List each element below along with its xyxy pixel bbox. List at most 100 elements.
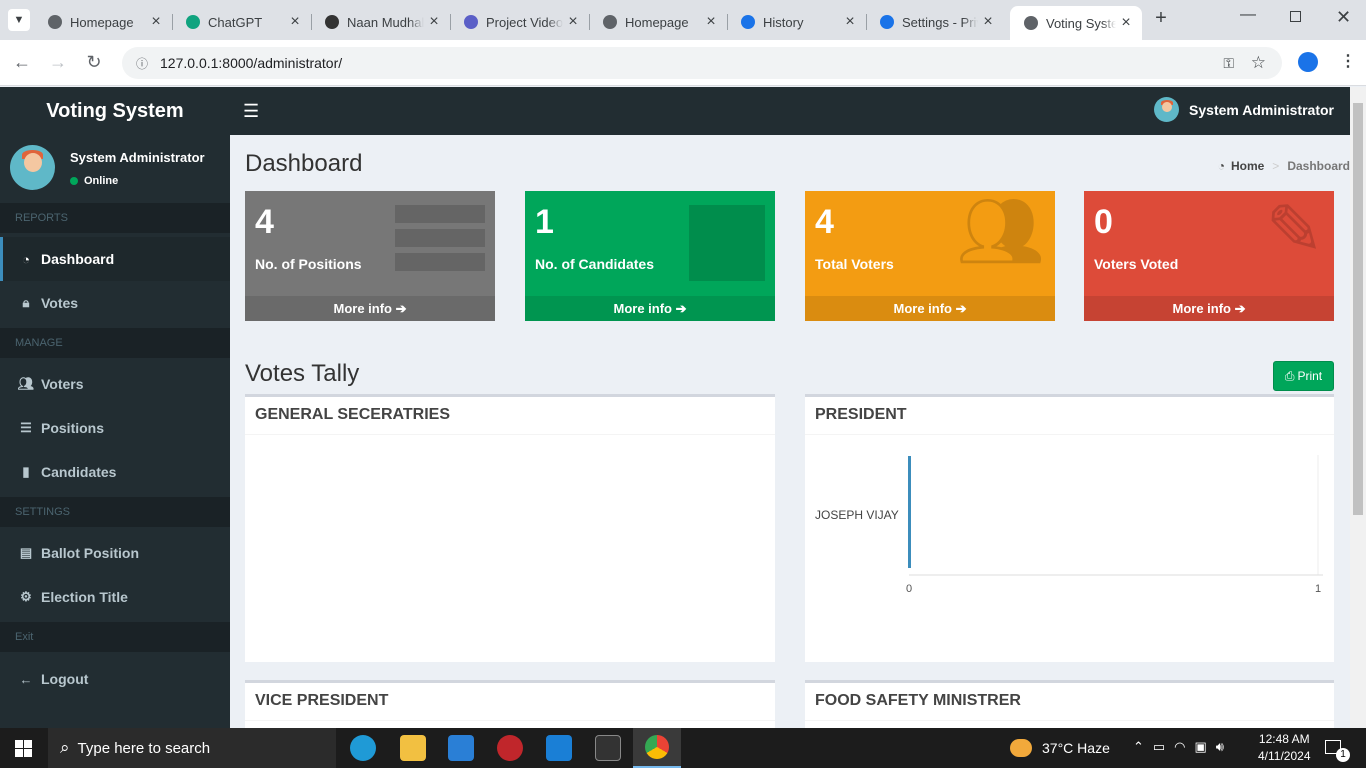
browser-tab[interactable]: ChatGPT × [172, 8, 311, 36]
forward-icon[interactable]: → [46, 52, 70, 73]
section-settings: SETTINGS [0, 497, 230, 527]
clock-date: 4/11/2024 [1258, 749, 1311, 763]
sidebar-item-label: Positions [41, 420, 105, 436]
project-video-icon [464, 15, 478, 29]
sidebar-item-logout[interactable]: ← Logout [0, 657, 230, 701]
avatar [1154, 97, 1180, 122]
votes-tally-title: Votes Tally [245, 360, 360, 387]
chrome-menu-icon[interactable]: ⋮ [1340, 51, 1356, 71]
sidebar-toggle-icon[interactable]: ☰ [243, 101, 259, 122]
weather-text: 37°C Haze [1042, 740, 1110, 756]
header-user-name: System Administrator [1189, 101, 1334, 118]
sidebar-item-voters[interactable]: 👥︎ Voters [0, 362, 230, 406]
weather-widget[interactable]: 37°C Haze [1010, 728, 1110, 768]
sidebar-user-name: System Administrator [70, 150, 205, 165]
stat-label: No. of Positions [255, 256, 362, 272]
more-info-link[interactable]: More info ➔ [805, 296, 1055, 321]
close-tab-icon[interactable]: × [978, 13, 998, 31]
naan-mudhalvan-icon [325, 15, 339, 29]
sidebar-item-label: Ballot Position [41, 545, 139, 561]
profile-icon[interactable] [1298, 52, 1318, 72]
browser-tab[interactable]: Homepage × [34, 8, 172, 36]
reload-icon[interactable]: ↻ [82, 52, 106, 73]
print-button[interactable]: ⎙ Print [1273, 361, 1334, 391]
user-menu[interactable]: System Administrator [1154, 97, 1334, 122]
close-tab-icon[interactable]: × [1116, 14, 1136, 32]
online-dot-icon [70, 177, 78, 185]
breadcrumb-home[interactable]: Home [1231, 159, 1264, 173]
browser-tab[interactable]: Voting System× [1010, 6, 1142, 40]
more-info-link[interactable]: More info ➔ [1084, 296, 1334, 321]
browser-tab[interactable]: Project Video × [450, 8, 589, 36]
tab-title: Voting System [1046, 15, 1116, 31]
sidebar-item-dashboard[interactable]: ◔ Dashboard [0, 237, 230, 281]
more-info-link[interactable]: More info ➔ [245, 296, 495, 321]
print-label: Print [1297, 369, 1323, 383]
sidebar-item-label: Voters [41, 376, 84, 392]
close-tab-icon[interactable]: × [424, 13, 444, 31]
scrollbar-thumb[interactable] [1353, 103, 1363, 515]
app-icon[interactable] [497, 735, 523, 761]
tab-title: Project Video [486, 14, 563, 30]
sidebar-item-votes[interactable]: 🔒︎ Votes [0, 281, 230, 325]
app-logo[interactable]: Voting System [0, 87, 230, 135]
tab-title: Settings - Privacy [902, 14, 978, 30]
globe-icon [48, 15, 62, 29]
users-icon: 👥︎ [956, 192, 1045, 270]
stat-value: 0 [1094, 203, 1113, 241]
search-placeholder: Type here to search [77, 739, 211, 757]
tab-title: Naan Mudhalvan [347, 14, 424, 30]
browser-tab[interactable]: Settings - Privacy× [866, 8, 1004, 36]
cog-icon: ⚙ [20, 589, 32, 604]
sidebar-item-election-title[interactable]: ⚙ Election Title [0, 575, 230, 619]
chrome-taskbar-button[interactable] [633, 728, 681, 768]
minimize-button[interactable]: — [1240, 6, 1256, 24]
address-bar[interactable]: ⓘ 127.0.0.1:8000/administrator/ ⚿ ☆ [122, 47, 1282, 79]
mail-icon[interactable] [546, 735, 572, 761]
password-key-icon[interactable]: ⚿ [1223, 55, 1234, 72]
taskbar-search-box[interactable]: ⌕ Type here to search [48, 728, 336, 768]
bookmark-star-icon[interactable]: ☆ [1251, 53, 1266, 73]
store-icon[interactable] [448, 735, 474, 761]
sidebar-item-positions[interactable]: ☰ Positions [0, 406, 230, 450]
users-icon: 👥︎ [17, 376, 35, 391]
windows-start-icon[interactable] [15, 740, 32, 757]
sidebar-item-candidates[interactable]: ▮ Candidates [0, 450, 230, 494]
browser-tab[interactable]: History × [727, 8, 866, 36]
edit-icon: ✎ [1265, 191, 1324, 269]
sidebar: System Administrator Online REPORTS ◔ Das… [0, 135, 230, 728]
sidebar-item-label: Candidates [41, 464, 117, 480]
file-explorer-icon[interactable] [400, 735, 426, 761]
tab-search-button[interactable]: ▼ [8, 9, 30, 31]
sidebar-item-label: Dashboard [41, 251, 115, 267]
print-icon: ⎙ [1284, 368, 1295, 383]
panel-title: VICE PRESIDENT [245, 683, 775, 721]
back-icon[interactable]: ← [10, 52, 34, 73]
close-tab-icon[interactable]: × [146, 13, 166, 31]
new-tab-button[interactable]: + [1150, 7, 1172, 30]
close-tab-icon[interactable]: × [285, 13, 305, 31]
tray-icons[interactable]: ⌃▭◠▣🔊︎ [1133, 739, 1233, 755]
close-tab-icon[interactable]: × [840, 13, 860, 31]
tab-title: Homepage [625, 14, 689, 30]
page-scrollbar[interactable] [1350, 87, 1366, 728]
sidebar-item-ballot-position[interactable]: ▤ Ballot Position [0, 531, 230, 575]
tab-title: ChatGPT [208, 14, 263, 30]
browser-tab[interactable]: Naan Mudhalvan× [311, 8, 450, 36]
terminal-icon[interactable] [595, 735, 621, 761]
url-text: 127.0.0.1:8000/administrator/ [160, 55, 343, 71]
restore-button[interactable] [1290, 11, 1301, 22]
close-tab-icon[interactable]: × [563, 13, 583, 31]
online-status: Online [70, 175, 118, 187]
clock[interactable]: 12:48 AM 4/11/2024 [1258, 731, 1311, 765]
site-info-icon[interactable]: ⓘ [136, 55, 148, 72]
browser-tab[interactable]: Homepage × [589, 8, 727, 36]
close-tab-icon[interactable]: × [701, 13, 721, 31]
close-window-button[interactable]: ✕ [1336, 7, 1351, 28]
more-info-link[interactable]: More info ➔ [525, 296, 775, 321]
settings-icon [880, 15, 894, 29]
bar [908, 456, 911, 568]
edge-icon[interactable] [350, 735, 376, 761]
panel-title: GENERAL SECERATRIES [245, 397, 775, 435]
stat-box-positions: 4 No. of Positions More info ➔ [245, 191, 495, 321]
